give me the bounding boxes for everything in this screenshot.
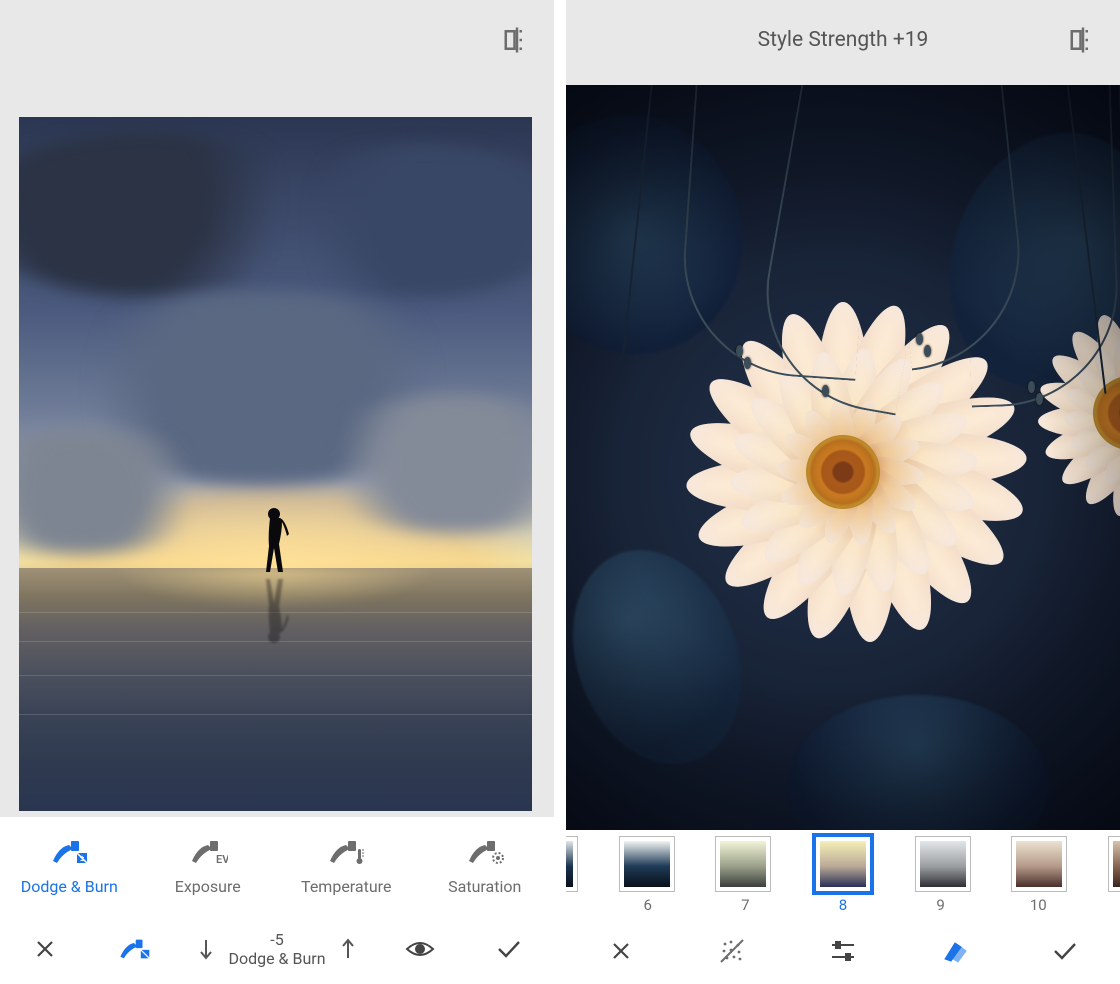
style-thumb-10[interactable] (1011, 836, 1067, 892)
tool-label: Exposure (175, 877, 241, 896)
style-label: 8 (815, 896, 871, 914)
svg-text:EV: EV (216, 853, 228, 866)
style-thumb-6[interactable] (619, 836, 675, 892)
style-label: 9 (913, 896, 969, 914)
style-label: 6 (620, 896, 676, 914)
tool-exposure[interactable]: EV Exposure (139, 817, 278, 915)
screen-brush-edit: ± Dodge & Burn EV Exposure Temperature S… (0, 0, 554, 984)
decrease-icon[interactable] (198, 937, 214, 961)
apply-button[interactable] (465, 939, 554, 959)
brush-value-label: -5 Dodge & Burn (228, 930, 325, 968)
tool-label: Dodge & Burn (21, 877, 118, 896)
bottom-bar-left: -5 Dodge & Burn (0, 914, 554, 984)
style-thumb-5[interactable] (566, 836, 578, 892)
tool-label: Temperature (301, 877, 391, 896)
apply-button[interactable] (1009, 918, 1120, 984)
style-thumb-7[interactable] (715, 836, 771, 892)
style-thumbnail-strip[interactable]: 6 7 8 9 10 (566, 830, 1120, 918)
cancel-button[interactable] (566, 918, 677, 984)
swatch-button[interactable] (898, 918, 1009, 984)
bottom-bar-right (566, 918, 1120, 984)
svg-text:±: ± (80, 854, 84, 863)
subject-silhouette (260, 506, 290, 576)
style-label (566, 896, 578, 914)
style-thumb-11[interactable] (1108, 836, 1120, 892)
cancel-button[interactable] (0, 937, 89, 961)
image-canvas[interactable] (566, 85, 1120, 830)
style-label: 10 (1010, 896, 1066, 914)
brush-settings-button[interactable] (89, 935, 178, 963)
tool-dodge-burn[interactable]: ± Dodge & Burn (0, 817, 139, 915)
style-label: 7 (717, 896, 773, 914)
tool-temperature[interactable]: Temperature (277, 817, 416, 915)
texture-button[interactable] (677, 918, 788, 984)
brush-value-stepper[interactable]: -5 Dodge & Burn (179, 930, 376, 968)
preview-button[interactable] (375, 939, 464, 959)
compare-icon[interactable] (1068, 25, 1098, 55)
compare-icon[interactable] (502, 25, 532, 55)
brush-type-row: ± Dodge & Burn EV Exposure Temperature S… (0, 817, 554, 915)
screen-style-picker: Style Strength +19 (566, 0, 1120, 984)
increase-icon[interactable] (340, 937, 356, 961)
topbar-right: Style Strength +19 (566, 0, 1120, 80)
image-canvas[interactable] (19, 117, 532, 811)
sliders-button[interactable] (788, 918, 899, 984)
tool-saturation[interactable]: Saturation (416, 817, 555, 915)
tool-label: Saturation (448, 877, 521, 896)
style-thumb-8[interactable] (812, 833, 874, 895)
style-label (1108, 896, 1120, 914)
topbar-left (0, 0, 554, 80)
adjustment-title: Style Strength +19 (758, 28, 929, 52)
style-thumb-9[interactable] (915, 836, 971, 892)
